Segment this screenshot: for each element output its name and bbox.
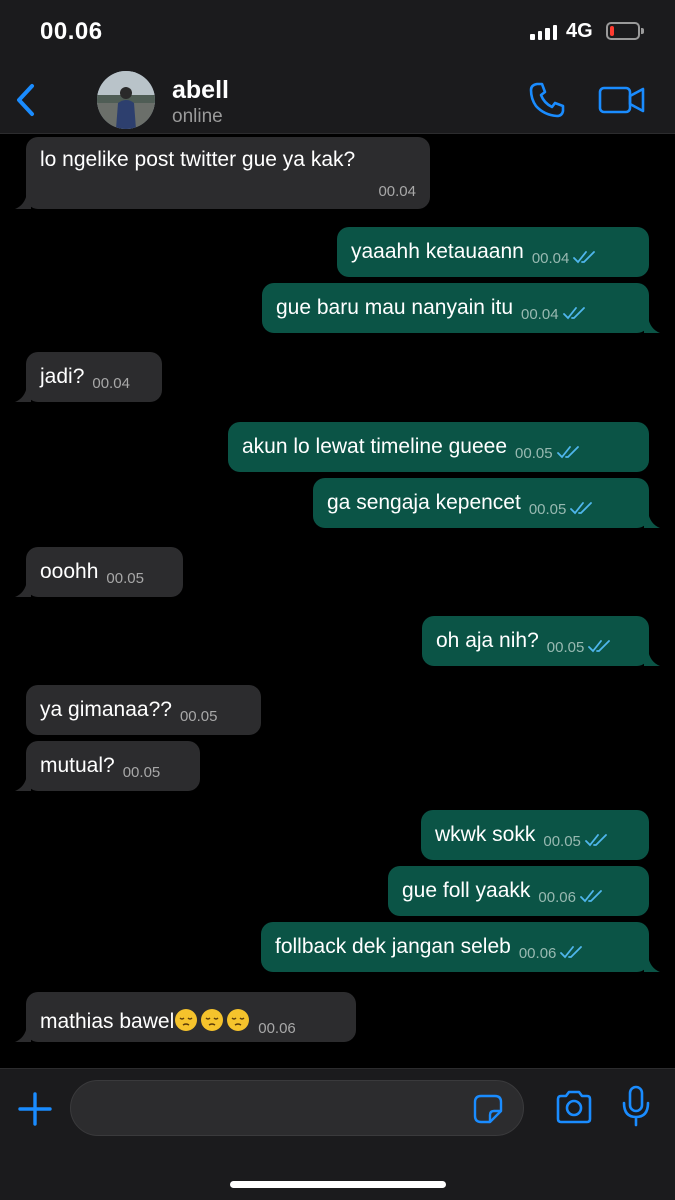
message-text: ga sengaja kepencet [327, 491, 521, 514]
message-time: 00.04 [378, 183, 416, 200]
message-text: mathias bawel [40, 1010, 175, 1033]
message-bubble-outgoing[interactable]: gue baru mau nanyain itu 00.04 [262, 283, 660, 333]
bubble-tail [15, 193, 31, 209]
read-ticks-icon [585, 834, 607, 847]
call-icon[interactable] [528, 81, 568, 119]
avatar[interactable] [97, 71, 155, 129]
message-text: follback dek jangan seleb [275, 935, 511, 958]
signal-icon [530, 24, 557, 40]
read-ticks-icon [573, 251, 596, 264]
message-bubble-incoming[interactable]: ooohh 00.05 [15, 547, 183, 597]
message-bubble-outgoing[interactable]: gue foll yaakk 00.06 [388, 866, 649, 916]
camera-icon[interactable] [554, 1089, 594, 1125]
message-bubble-outgoing[interactable]: wkwk sokk 00.05 [421, 810, 649, 860]
message-text: gue baru mau nanyain itu [276, 296, 513, 319]
message-time: 00.04 [521, 306, 559, 323]
read-ticks-icon [562, 307, 585, 320]
message-bubble-incoming[interactable]: jadi? 00.04 [15, 352, 162, 402]
input-bar [0, 1068, 675, 1200]
bubble-tail [644, 650, 660, 666]
message-time: 00.05 [528, 501, 567, 518]
message-bubble-incoming[interactable]: lo ngelike post twitter gue ya kak? 00.0… [15, 137, 430, 209]
plus-icon[interactable] [15, 1089, 55, 1129]
message-text: akun lo lewat timeline gueee [242, 435, 508, 458]
message-time: 00.05 [515, 445, 553, 462]
read-ticks-icon [570, 502, 593, 515]
home-indicator[interactable] [230, 1181, 446, 1188]
message-list[interactable]: lo ngelike post twitter gue ya kak? 00.0… [0, 135, 675, 1067]
message-text: gue foll yaakk [402, 879, 531, 902]
message-bubble-outgoing[interactable]: akun lo lewat timeline gueee 00.05 [228, 422, 649, 472]
message-time: 00.04 [531, 250, 570, 267]
status-time: 00.06 [40, 18, 103, 45]
message-time: 00.06 [538, 889, 576, 906]
bubble-tail [15, 386, 31, 402]
message-text: jadi? [40, 365, 85, 388]
message-time: 00.05 [179, 708, 218, 725]
battery-icon [606, 22, 644, 40]
message-bubble-outgoing[interactable]: ga sengaja kepencet 00.05 [313, 478, 660, 528]
status-bar: 00.06 4G [0, 0, 675, 66]
message-time: 00.06 [518, 945, 557, 962]
message-text: oh aja nih? [436, 629, 539, 652]
message-text: yaaahh ketauaann [351, 240, 524, 263]
message-text: wkwk sokk [435, 823, 536, 846]
sticker-icon[interactable] [472, 1093, 504, 1125]
read-ticks-icon [580, 890, 602, 903]
message-bubble-incoming[interactable]: mutual? 00.05 [15, 741, 200, 791]
message-text: ya gimanaa?? [40, 698, 172, 721]
message-time: 00.06 [258, 1020, 296, 1037]
contact-status: online [172, 106, 223, 127]
network-type: 4G [566, 20, 593, 42]
message-time: 00.05 [546, 639, 585, 656]
message-input[interactable] [70, 1080, 524, 1136]
chat-screen: 00.06 4G abell online lo ngelike post tw… [0, 0, 675, 1200]
bubble-tail [15, 1026, 31, 1042]
battery-level [610, 26, 614, 36]
message-bubble-outgoing[interactable]: yaaahh ketauaann 00.04 [337, 227, 649, 277]
bubble-tail [644, 956, 660, 972]
message-text: lo ngelike post twitter gue ya kak? [40, 148, 356, 171]
read-ticks-icon [588, 640, 611, 653]
message-bubble-outgoing[interactable]: oh aja nih? 00.05 [422, 616, 660, 666]
bubble-tail [15, 581, 31, 597]
message-bubble-incoming[interactable]: mathias bawel😔😔😔 00.06 [15, 992, 356, 1042]
message-bubble-outgoing[interactable]: follback dek jangan seleb 00.06 [261, 922, 660, 972]
message-text: ooohh [40, 560, 99, 583]
read-ticks-icon [556, 446, 579, 459]
bubble-tail [15, 775, 31, 791]
back-icon[interactable] [10, 80, 44, 120]
chat-header: abell online [0, 66, 675, 134]
read-ticks-icon [560, 946, 583, 959]
video-icon[interactable] [598, 84, 646, 116]
contact-name[interactable]: abell [172, 76, 229, 105]
pensive-face-emoji [175, 1009, 250, 1031]
message-text: mutual? [40, 754, 115, 777]
message-bubble-incoming[interactable]: ya gimanaa?? 00.05 [26, 685, 261, 735]
message-time: 00.05 [543, 833, 581, 850]
mic-icon[interactable] [620, 1085, 652, 1127]
bubble-tail [644, 512, 660, 528]
message-time: 00.04 [92, 375, 130, 392]
bubble-tail [644, 317, 660, 333]
message-time: 00.05 [106, 570, 144, 587]
message-time: 00.05 [122, 764, 161, 781]
